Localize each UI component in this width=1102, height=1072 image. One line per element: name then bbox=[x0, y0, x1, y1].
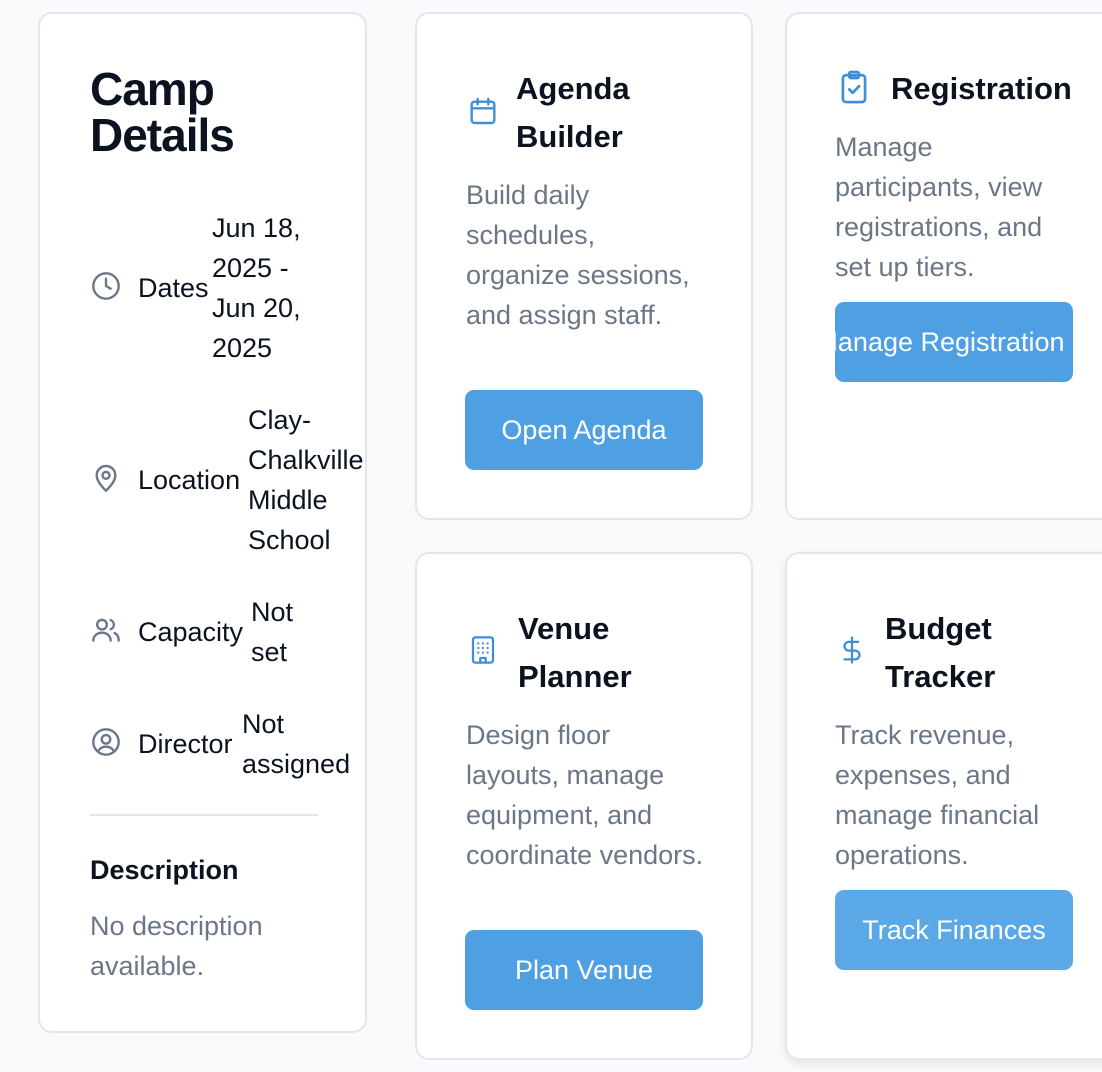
description-text: No description available. bbox=[90, 911, 263, 981]
capacity-label: Capacity bbox=[138, 617, 244, 647]
budget-tracker-description: Track revenue, expenses, and manage fina… bbox=[835, 720, 1040, 870]
manage-registration-button[interactable]: Manage Registration bbox=[835, 302, 1073, 382]
open-agenda-button[interactable]: Open Agenda bbox=[465, 390, 703, 470]
track-finances-button[interactable]: Track Finances bbox=[835, 890, 1073, 970]
agenda-builder-card: Agenda Builder Build daily schedules, or… bbox=[415, 12, 753, 520]
camp-details-title: Camp Details bbox=[90, 63, 235, 161]
venue-planner-title: Venue Planner bbox=[518, 611, 632, 694]
building-icon bbox=[467, 632, 499, 668]
capacity-value: Not set bbox=[251, 597, 294, 667]
registration-card: Registration Manage participants, view r… bbox=[785, 12, 1102, 520]
camp-details-card: Camp Details Dates Jun 18, 2025 - Jun 20… bbox=[38, 12, 367, 1033]
registration-description: Manage participants, view registrations,… bbox=[835, 132, 1043, 282]
description-heading: Description bbox=[90, 855, 239, 885]
users-icon bbox=[90, 614, 122, 646]
budget-tracker-title: Budget Tracker bbox=[885, 611, 996, 694]
director-value: Not assigned bbox=[242, 709, 351, 779]
dollar-icon bbox=[837, 632, 867, 668]
director-label: Director bbox=[138, 729, 233, 759]
dates-label: Dates bbox=[138, 273, 209, 303]
dates-value: Jun 18, 2025 - Jun 20, 2025 bbox=[212, 213, 301, 363]
map-pin-icon bbox=[90, 462, 122, 494]
registration-title: Registration bbox=[891, 71, 1072, 106]
location-label: Location bbox=[138, 465, 241, 495]
venue-planner-card: Venue Planner Design floor layouts, mana… bbox=[415, 552, 753, 1060]
budget-tracker-card: Budget Tracker Track revenue, expenses, … bbox=[785, 552, 1102, 1060]
venue-planner-description: Design floor layouts, manage equipment, … bbox=[466, 720, 704, 870]
user-circle-icon bbox=[90, 726, 122, 758]
details-divider bbox=[90, 814, 318, 816]
calendar-icon bbox=[467, 94, 499, 128]
clipboard-check-icon bbox=[835, 67, 873, 107]
agenda-builder-description: Build daily schedules, organize sessions… bbox=[466, 180, 690, 330]
agenda-builder-title: Agenda Builder bbox=[516, 71, 630, 154]
plan-venue-button[interactable]: Plan Venue bbox=[465, 930, 703, 1010]
location-value: Clay-Chalkville Middle School bbox=[248, 405, 364, 555]
clock-icon bbox=[90, 270, 122, 302]
